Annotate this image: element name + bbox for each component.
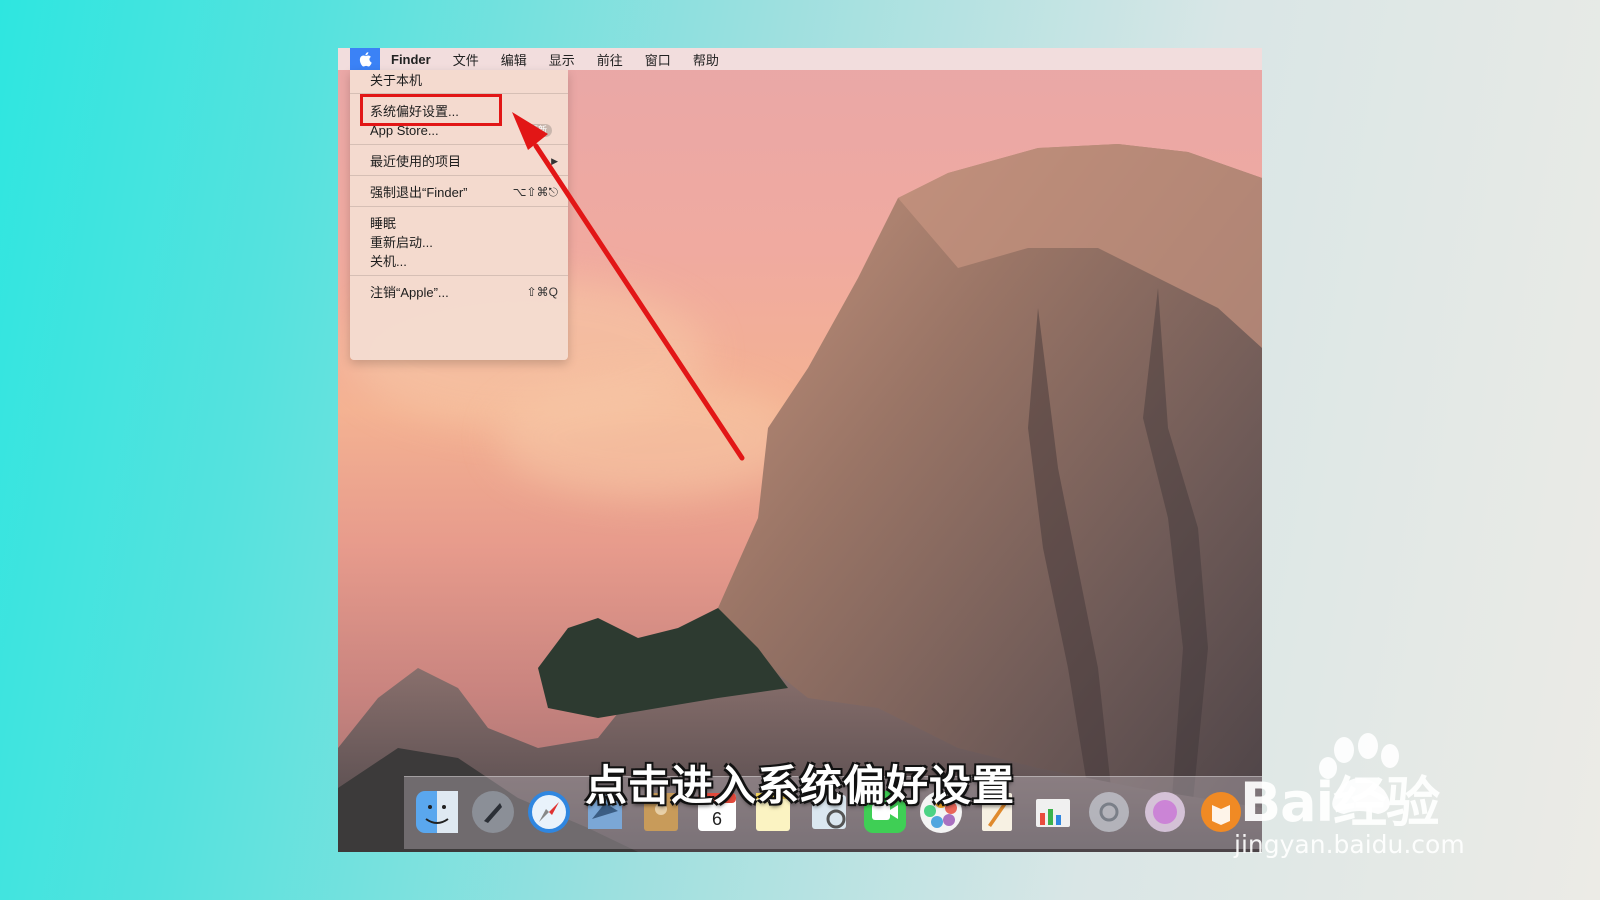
- submenu-arrow-icon: ▶: [551, 156, 558, 166]
- menu-item-force-quit[interactable]: 强制退出“Finder” ⌥⇧⌘⎋: [370, 183, 558, 202]
- menu-item-logout[interactable]: 注销“Apple”... ⇧⌘Q: [370, 283, 558, 302]
- menu-bar: Finder 文件 编辑 显示 前往 窗口 帮助: [338, 48, 1262, 70]
- apple-logo-icon: [359, 52, 372, 67]
- update-badge: 更新: [523, 124, 552, 137]
- menu-separator: [350, 144, 568, 145]
- menu-item-recent-items[interactable]: 最近使用的项目 ▶: [370, 152, 558, 171]
- apple-menu-button[interactable]: [350, 48, 380, 70]
- menu-item-label: 强制退出“Finder”: [370, 185, 468, 200]
- mac-screen: Finder 文件 编辑 显示 前往 窗口 帮助 关于本机 系统偏好设置... …: [338, 48, 1262, 852]
- shortcut-label: ⇧⌘Q: [526, 285, 558, 299]
- watermark-url: jingyan.baidu.com: [1234, 830, 1465, 859]
- watermark-brand: Bai经验: [1240, 771, 1440, 834]
- menu-file[interactable]: 文件: [442, 50, 490, 69]
- menu-item-shutdown[interactable]: 关机...: [370, 252, 558, 271]
- menu-item-label: 关于本机: [370, 73, 423, 88]
- menu-separator: [350, 175, 568, 176]
- menu-edit[interactable]: 编辑: [490, 50, 538, 69]
- menu-item-label: 最近使用的项目: [370, 154, 462, 169]
- menu-item-label: 关机...: [370, 254, 407, 269]
- menu-item-restart[interactable]: 重新启动...: [370, 233, 558, 252]
- menu-item-sleep[interactable]: 睡眠: [370, 214, 558, 233]
- menu-separator: [350, 206, 568, 207]
- highlight-box: [360, 94, 502, 126]
- menu-item-label: 注销“Apple”...: [370, 285, 449, 300]
- menu-go[interactable]: 前往: [586, 50, 634, 69]
- menu-item-label: 重新启动...: [370, 235, 433, 250]
- menu-separator: [350, 275, 568, 276]
- menu-item-label: 睡眠: [370, 216, 397, 231]
- shortcut-label: ⌥⇧⌘⎋: [512, 185, 558, 199]
- menu-finder[interactable]: Finder: [380, 52, 442, 67]
- menu-item-about-this-mac[interactable]: 关于本机: [370, 71, 558, 90]
- menu-help[interactable]: 帮助: [682, 50, 730, 69]
- menu-view[interactable]: 显示: [538, 50, 586, 69]
- menu-window[interactable]: 窗口: [634, 50, 682, 69]
